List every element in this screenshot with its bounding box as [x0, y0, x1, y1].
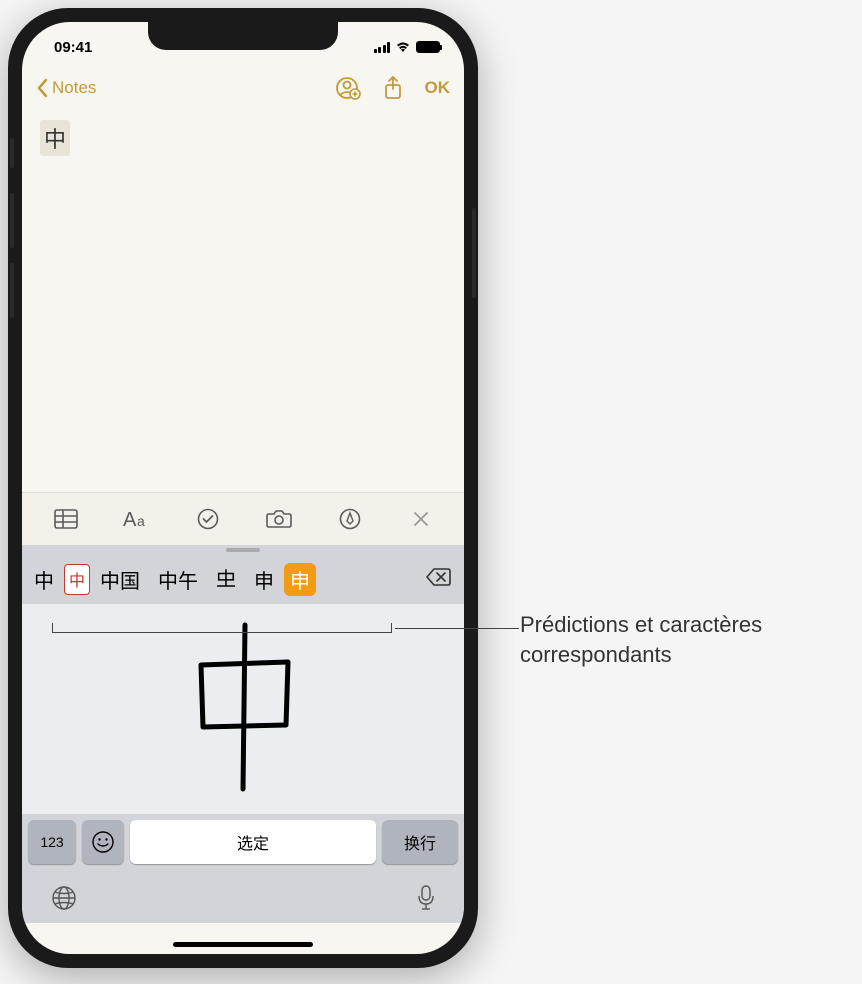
text-format-icon: A a — [123, 509, 151, 529]
keyboard-bottom-row: 123 选定 换行 — [22, 814, 464, 870]
power-button — [472, 208, 476, 298]
notch — [148, 22, 338, 50]
checkmark-circle-icon — [197, 508, 219, 530]
candidate-2[interactable]: 中国 — [92, 561, 148, 598]
status-indicators — [374, 41, 441, 53]
phone-screen: 09:41 Notes — [22, 22, 464, 954]
emoji-key[interactable] — [82, 820, 124, 864]
globe-icon — [50, 884, 78, 912]
emoji-icon — [91, 830, 115, 854]
handwritten-stroke — [183, 617, 303, 802]
text-format-button[interactable]: A a — [112, 503, 162, 535]
close-icon — [413, 511, 429, 527]
share-icon — [383, 75, 403, 101]
note-editor[interactable]: 中 — [22, 112, 464, 492]
navigation-bar: Notes O — [22, 62, 464, 112]
person-add-icon — [335, 76, 361, 100]
close-toolbar-button[interactable] — [396, 503, 446, 535]
microphone-icon — [416, 884, 436, 912]
table-button[interactable] — [41, 503, 91, 535]
chevron-left-icon — [36, 78, 48, 98]
format-toolbar: A a — [22, 492, 464, 545]
typed-character: 中 — [40, 120, 70, 156]
home-indicator[interactable] — [173, 942, 313, 947]
status-time: 09:41 — [46, 39, 92, 56]
camera-icon — [266, 509, 292, 529]
battery-icon — [416, 41, 440, 53]
candidate-4[interactable]: 𠀐 — [208, 564, 244, 596]
pen-circle-icon — [339, 508, 361, 530]
callout-bracket — [52, 623, 392, 633]
candidate-1[interactable]: 中 — [64, 564, 90, 595]
back-label: Notes — [52, 78, 96, 98]
back-button[interactable]: Notes — [36, 78, 96, 98]
globe-key[interactable] — [50, 884, 78, 917]
share-button[interactable] — [383, 75, 403, 101]
switch-123-key[interactable]: 123 — [28, 820, 76, 864]
candidate-0[interactable]: 中 — [26, 561, 62, 598]
svg-text:A: A — [123, 509, 137, 529]
callout-line — [395, 628, 519, 629]
keyboard-footer — [22, 870, 464, 923]
cellular-signal-icon — [374, 42, 391, 53]
candidate-5[interactable]: 申 — [246, 561, 282, 598]
callout-label: Prédictions et caractères correspondants — [520, 610, 850, 669]
collaborate-button[interactable] — [335, 76, 361, 100]
phone-frame: 09:41 Notes — [8, 8, 478, 968]
backspace-button[interactable] — [418, 563, 460, 596]
handwriting-input-area[interactable] — [22, 604, 464, 814]
camera-button[interactable] — [254, 503, 304, 535]
candidates-row: 中 中 中国 中午 𠀐 申 申 — [22, 555, 464, 604]
checklist-button[interactable] — [183, 503, 233, 535]
space-key[interactable]: 选定 — [130, 820, 376, 864]
return-key[interactable]: 换行 — [382, 820, 458, 864]
volume-up-button — [10, 193, 14, 248]
candidate-3[interactable]: 中午 — [150, 561, 206, 598]
done-button[interactable]: OK — [425, 78, 451, 98]
markup-button[interactable] — [325, 503, 375, 535]
mute-switch — [10, 138, 14, 168]
wifi-icon — [395, 41, 411, 53]
svg-text:a: a — [137, 513, 145, 529]
dictation-key[interactable] — [416, 884, 436, 917]
backspace-icon — [426, 567, 452, 587]
candidate-6[interactable]: 申 — [284, 563, 316, 596]
table-icon — [54, 509, 78, 529]
volume-down-button — [10, 263, 14, 318]
keyboard-handle[interactable] — [22, 545, 464, 555]
